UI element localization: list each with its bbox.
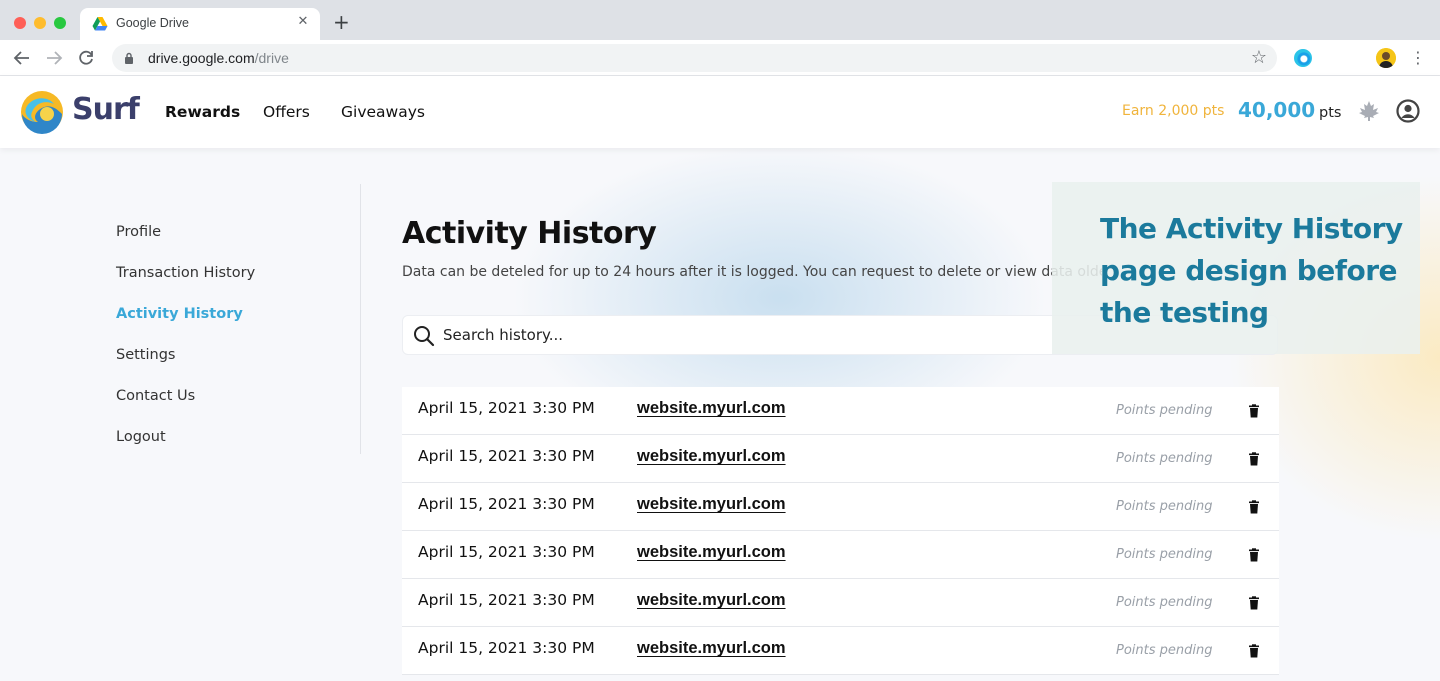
url-text: drive.google.com/drive [148,50,289,66]
row-url-link[interactable]: website.myurl.com [637,543,786,562]
surf-logo-icon[interactable] [20,90,64,134]
site-header: Surf Rewards Offers Giveaways Earn 2,000… [0,76,1440,148]
sidebar-divider [360,184,361,454]
google-drive-icon [92,17,108,31]
annotation-overlay: The Activity History page design before … [1052,182,1420,354]
activity-history-list: April 15, 2021 3:30 PM website.myurl.com… [402,387,1279,675]
back-arrow-icon[interactable] [11,47,33,69]
extension-icon[interactable] [1294,49,1312,67]
row-date: April 15, 2021 3:30 PM [418,399,595,417]
list-item: April 15, 2021 3:30 PM website.myurl.com… [402,531,1279,579]
tab-close-icon[interactable]: ✕ [294,14,312,29]
row-date: April 15, 2021 3:30 PM [418,639,595,657]
browser-tab[interactable]: Google Drive ✕ [80,8,320,40]
row-url-link[interactable]: website.myurl.com [637,591,786,610]
row-status: Points pending [1116,499,1213,514]
trash-icon[interactable] [1247,500,1261,514]
list-item: April 15, 2021 3:30 PM website.myurl.com… [402,435,1279,483]
trash-icon[interactable] [1247,548,1261,562]
earn-points-link[interactable]: Earn 2,000 pts [1122,103,1224,119]
forward-arrow-icon[interactable] [43,47,65,69]
sidebar-item-profile[interactable]: Profile [116,224,161,240]
list-item: April 15, 2021 3:30 PM website.myurl.com… [402,387,1279,435]
row-date: April 15, 2021 3:30 PM [418,543,595,561]
url-host: drive.google.com [148,50,255,66]
row-url-link[interactable]: website.myurl.com [637,399,786,418]
lock-icon [125,52,133,64]
nav-offers[interactable]: Offers [263,103,310,121]
reload-icon[interactable] [75,47,97,69]
annotation-text: The Activity History page design before … [1100,212,1403,329]
address-bar[interactable]: drive.google.com/drive ☆ [112,44,1277,72]
sidebar-item-settings[interactable]: Settings [116,347,175,363]
browser-profile-avatar[interactable] [1376,48,1396,68]
list-item: April 15, 2021 3:30 PM website.myurl.com… [402,579,1279,627]
sidebar-item-contact-us[interactable]: Contact Us [116,388,195,404]
surf-logo-text[interactable]: Surf [72,92,140,127]
page-title: Activity History [402,216,657,251]
maple-leaf-icon[interactable] [1358,100,1380,122]
new-tab-button[interactable]: + [333,11,350,33]
url-path: /drive [254,50,289,66]
row-url-link[interactable]: website.myurl.com [637,447,786,466]
window-close-button[interactable] [14,17,26,29]
row-url-link[interactable]: website.myurl.com [637,639,786,658]
sidebar-item-activity-history[interactable]: Activity History [116,306,243,322]
points-unit: pts [1319,105,1342,121]
row-date: April 15, 2021 3:30 PM [418,591,595,609]
row-date: April 15, 2021 3:30 PM [418,447,595,465]
row-status: Points pending [1116,451,1213,466]
points-balance: 40,000 [1238,98,1316,122]
nav-rewards[interactable]: Rewards [165,103,240,121]
list-item: April 15, 2021 3:30 PM website.myurl.com… [402,483,1279,531]
window-maximize-button[interactable] [54,17,66,29]
row-url-link[interactable]: website.myurl.com [637,495,786,514]
nav-giveaways[interactable]: Giveaways [341,103,425,121]
browser-menu-icon[interactable]: ⋮ [1410,48,1426,68]
sidebar-item-transaction-history[interactable]: Transaction History [116,265,255,281]
row-status: Points pending [1116,403,1213,418]
trash-icon[interactable] [1247,596,1261,610]
sidebar-item-logout[interactable]: Logout [116,429,166,445]
account-icon[interactable] [1396,99,1420,123]
browser-tab-bar: Google Drive ✕ + [0,0,1440,40]
row-status: Points pending [1116,547,1213,562]
bookmark-star-icon[interactable]: ☆ [1251,47,1267,68]
tab-title: Google Drive [116,16,189,30]
trash-icon[interactable] [1247,404,1261,418]
browser-toolbar: drive.google.com/drive ☆ ⋮ [0,40,1440,76]
row-date: April 15, 2021 3:30 PM [418,495,595,513]
row-status: Points pending [1116,643,1213,658]
search-icon [414,326,435,347]
page-description: Data can be deteled for up to 24 hours a… [402,264,1102,280]
trash-icon[interactable] [1247,644,1261,658]
list-item: April 15, 2021 3:30 PM website.myurl.com… [402,627,1279,675]
trash-icon[interactable] [1247,452,1261,466]
row-status: Points pending [1116,595,1213,610]
window-minimize-button[interactable] [34,17,46,29]
